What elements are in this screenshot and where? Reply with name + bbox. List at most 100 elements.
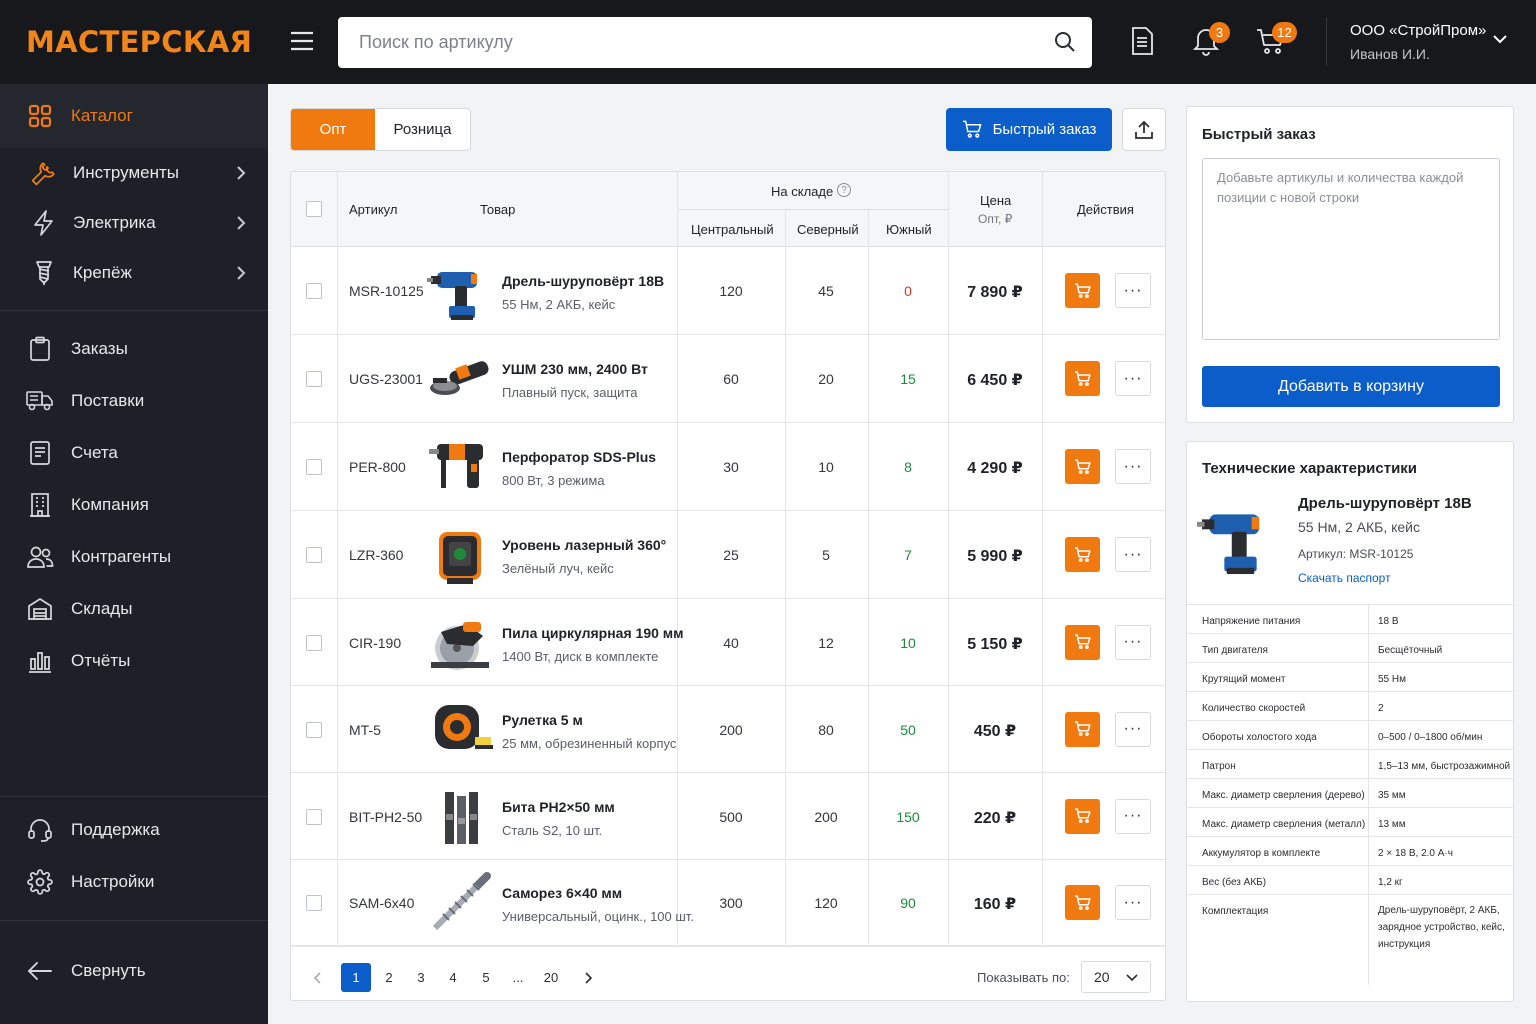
header-central[interactable]: Центральный [691,222,774,237]
product-image[interactable] [427,346,493,412]
sidebar-item-warehouses[interactable]: Склады [0,583,268,635]
add-to-cart-button[interactable] [1065,711,1100,747]
product-info[interactable]: Перфоратор SDS-Plus 800 Вт, 3 режима [502,449,656,488]
prev-page-icon[interactable] [303,963,333,992]
sidebar-item-invoices[interactable]: Счета [0,427,268,479]
help-icon[interactable]: ? [837,183,851,197]
download-passport-link[interactable]: Скачать паспорт [1298,571,1391,585]
more-actions-button[interactable]: ··· [1115,537,1151,572]
product-name[interactable]: Пила циркулярная 190 мм [502,625,684,641]
search-input[interactable] [359,32,1092,53]
product-image[interactable] [427,434,493,500]
product-info[interactable]: Саморез 6×40 мм Универсальный, оцинк., 1… [502,885,694,924]
menu-icon[interactable] [290,30,314,52]
table-row[interactable]: UGS-23001 УШМ 230 мм, 2400 Вт Плавный пу… [291,335,1165,423]
product-name[interactable]: Перфоратор SDS-Plus [502,449,656,465]
table-row[interactable]: SAM-6x40 Саморез 6×40 мм Универсальный, … [291,860,1165,946]
sidebar-item-deliveries[interactable]: Поставки [0,375,268,427]
row-checkbox[interactable] [306,634,322,651]
sidebar-item-fasteners[interactable]: Крепёж [0,248,268,298]
page-button[interactable]: 3 [406,963,436,992]
more-actions-button[interactable]: ··· [1115,361,1151,396]
sidebar-item-orders[interactable]: Заказы [0,323,268,375]
add-to-cart-button[interactable]: Добавить в корзину [1202,366,1500,407]
product-info[interactable]: Уровень лазерный 360° Зелёный луч, кейс [502,537,666,576]
sidebar-item-tools[interactable]: Инструменты [0,148,268,198]
quick-order-button[interactable]: Быстрый заказ [946,108,1112,151]
more-actions-button[interactable]: ··· [1115,273,1151,308]
add-to-cart-button[interactable] [1065,624,1100,660]
sidebar-item-catalog[interactable]: Каталог [0,84,268,148]
product-image[interactable] [427,258,493,324]
row-checkbox[interactable] [306,895,322,911]
sidebar-item-reports[interactable]: Отчёты [0,635,268,687]
row-checkbox[interactable] [306,459,322,475]
page-button[interactable]: 4 [438,963,468,992]
header-south[interactable]: Южный [886,222,932,237]
quick-order-textarea[interactable] [1202,158,1500,340]
product-image[interactable] [427,784,493,850]
more-actions-button[interactable]: ··· [1115,798,1151,834]
table-row[interactable]: MT-5 Рулетка 5 м 25 мм, обрезиненный кор… [291,686,1165,773]
select-all-checkbox[interactable] [306,201,322,217]
add-to-cart-button[interactable] [1065,361,1100,396]
sidebar-item-electrics[interactable]: Электрика [0,198,268,248]
more-actions-button[interactable]: ··· [1115,449,1151,484]
page-button[interactable]: 2 [374,963,404,992]
table-row[interactable]: CIR-190 Пила циркулярная 190 мм 1400 Вт,… [291,599,1165,686]
header-price[interactable]: Цена [980,193,1011,208]
sidebar-item-company[interactable]: Компания [0,479,268,531]
product-name[interactable]: Уровень лазерный 360° [502,537,666,553]
sidebar-item-settings[interactable]: Настройки [0,856,268,908]
row-checkbox[interactable] [306,547,322,563]
chevron-down-icon[interactable] [1493,34,1507,44]
logo[interactable]: МАСТЕРСКАЯ [0,0,268,84]
product-info[interactable]: УШМ 230 мм, 2400 Вт Плавный пуск, защита [502,361,648,400]
header-article[interactable]: Артикул [349,202,397,217]
product-image[interactable] [427,697,493,763]
product-info[interactable]: Рулетка 5 м 25 мм, обрезиненный корпус [502,712,676,751]
product-image[interactable] [427,870,493,936]
product-info[interactable]: Пила циркулярная 190 мм 1400 Вт, диск в … [502,625,684,664]
product-name[interactable]: Рулетка 5 м [502,712,676,728]
sidebar-item-contractors[interactable]: Контрагенты [0,531,268,583]
product-name[interactable]: УШМ 230 мм, 2400 Вт [502,361,648,377]
search-icon[interactable] [1054,31,1076,53]
table-row[interactable]: LZR-360 Уровень лазерный 360° Зелёный лу… [291,511,1165,599]
page-button[interactable]: 5 [471,963,501,992]
table-row[interactable]: BIT-PH2-50 Бита PH2×50 мм Сталь S2, 10 ш… [291,773,1165,860]
product-name[interactable]: Дрель-шуруповёрт 18В [502,273,664,289]
product-info[interactable]: Бита PH2×50 мм Сталь S2, 10 шт. [502,799,615,838]
account-menu[interactable]: ООО «СтройПром» Иванов И.И. [1350,22,1486,62]
more-actions-button[interactable]: ··· [1115,624,1151,660]
more-actions-button[interactable]: ··· [1115,885,1151,920]
page-button[interactable]: 20 [536,963,566,992]
document-icon[interactable] [1130,26,1154,56]
product-image[interactable] [427,610,493,676]
sidebar-collapse-button[interactable]: Свернуть [0,945,268,997]
add-to-cart-button[interactable] [1065,537,1100,572]
add-to-cart-button[interactable] [1065,798,1100,834]
row-checkbox[interactable] [306,808,322,825]
add-to-cart-button[interactable] [1065,449,1100,484]
product-name[interactable]: Бита PH2×50 мм [502,799,615,815]
per-page-select[interactable]: 20 [1081,961,1151,993]
sidebar-item-support[interactable]: Поддержка [0,804,268,856]
row-checkbox[interactable] [306,371,322,387]
product-image[interactable] [427,522,493,588]
product-name[interactable]: Саморез 6×40 мм [502,885,694,901]
table-row[interactable]: PER-800 Перфоратор SDS-Plus 800 Вт, 3 ре… [291,423,1165,511]
tab-retail[interactable]: Розница [375,109,470,150]
header-north[interactable]: Северный [797,222,859,237]
more-actions-button[interactable]: ··· [1115,711,1151,747]
next-page-icon[interactable] [573,963,603,992]
tab-wholesale[interactable]: Опт [291,109,375,150]
export-button[interactable] [1122,108,1166,151]
add-to-cart-button[interactable] [1065,885,1100,920]
header-product[interactable]: Товар [480,202,515,217]
row-checkbox[interactable] [306,283,322,299]
add-to-cart-button[interactable] [1065,273,1100,308]
product-info[interactable]: Дрель-шуруповёрт 18В 55 Нм, 2 АКБ, кейс [502,273,664,312]
table-row[interactable]: MSR-10125 Дрель-шуруповёрт 18В 55 Нм, 2 … [291,247,1165,335]
row-checkbox[interactable] [306,721,322,738]
